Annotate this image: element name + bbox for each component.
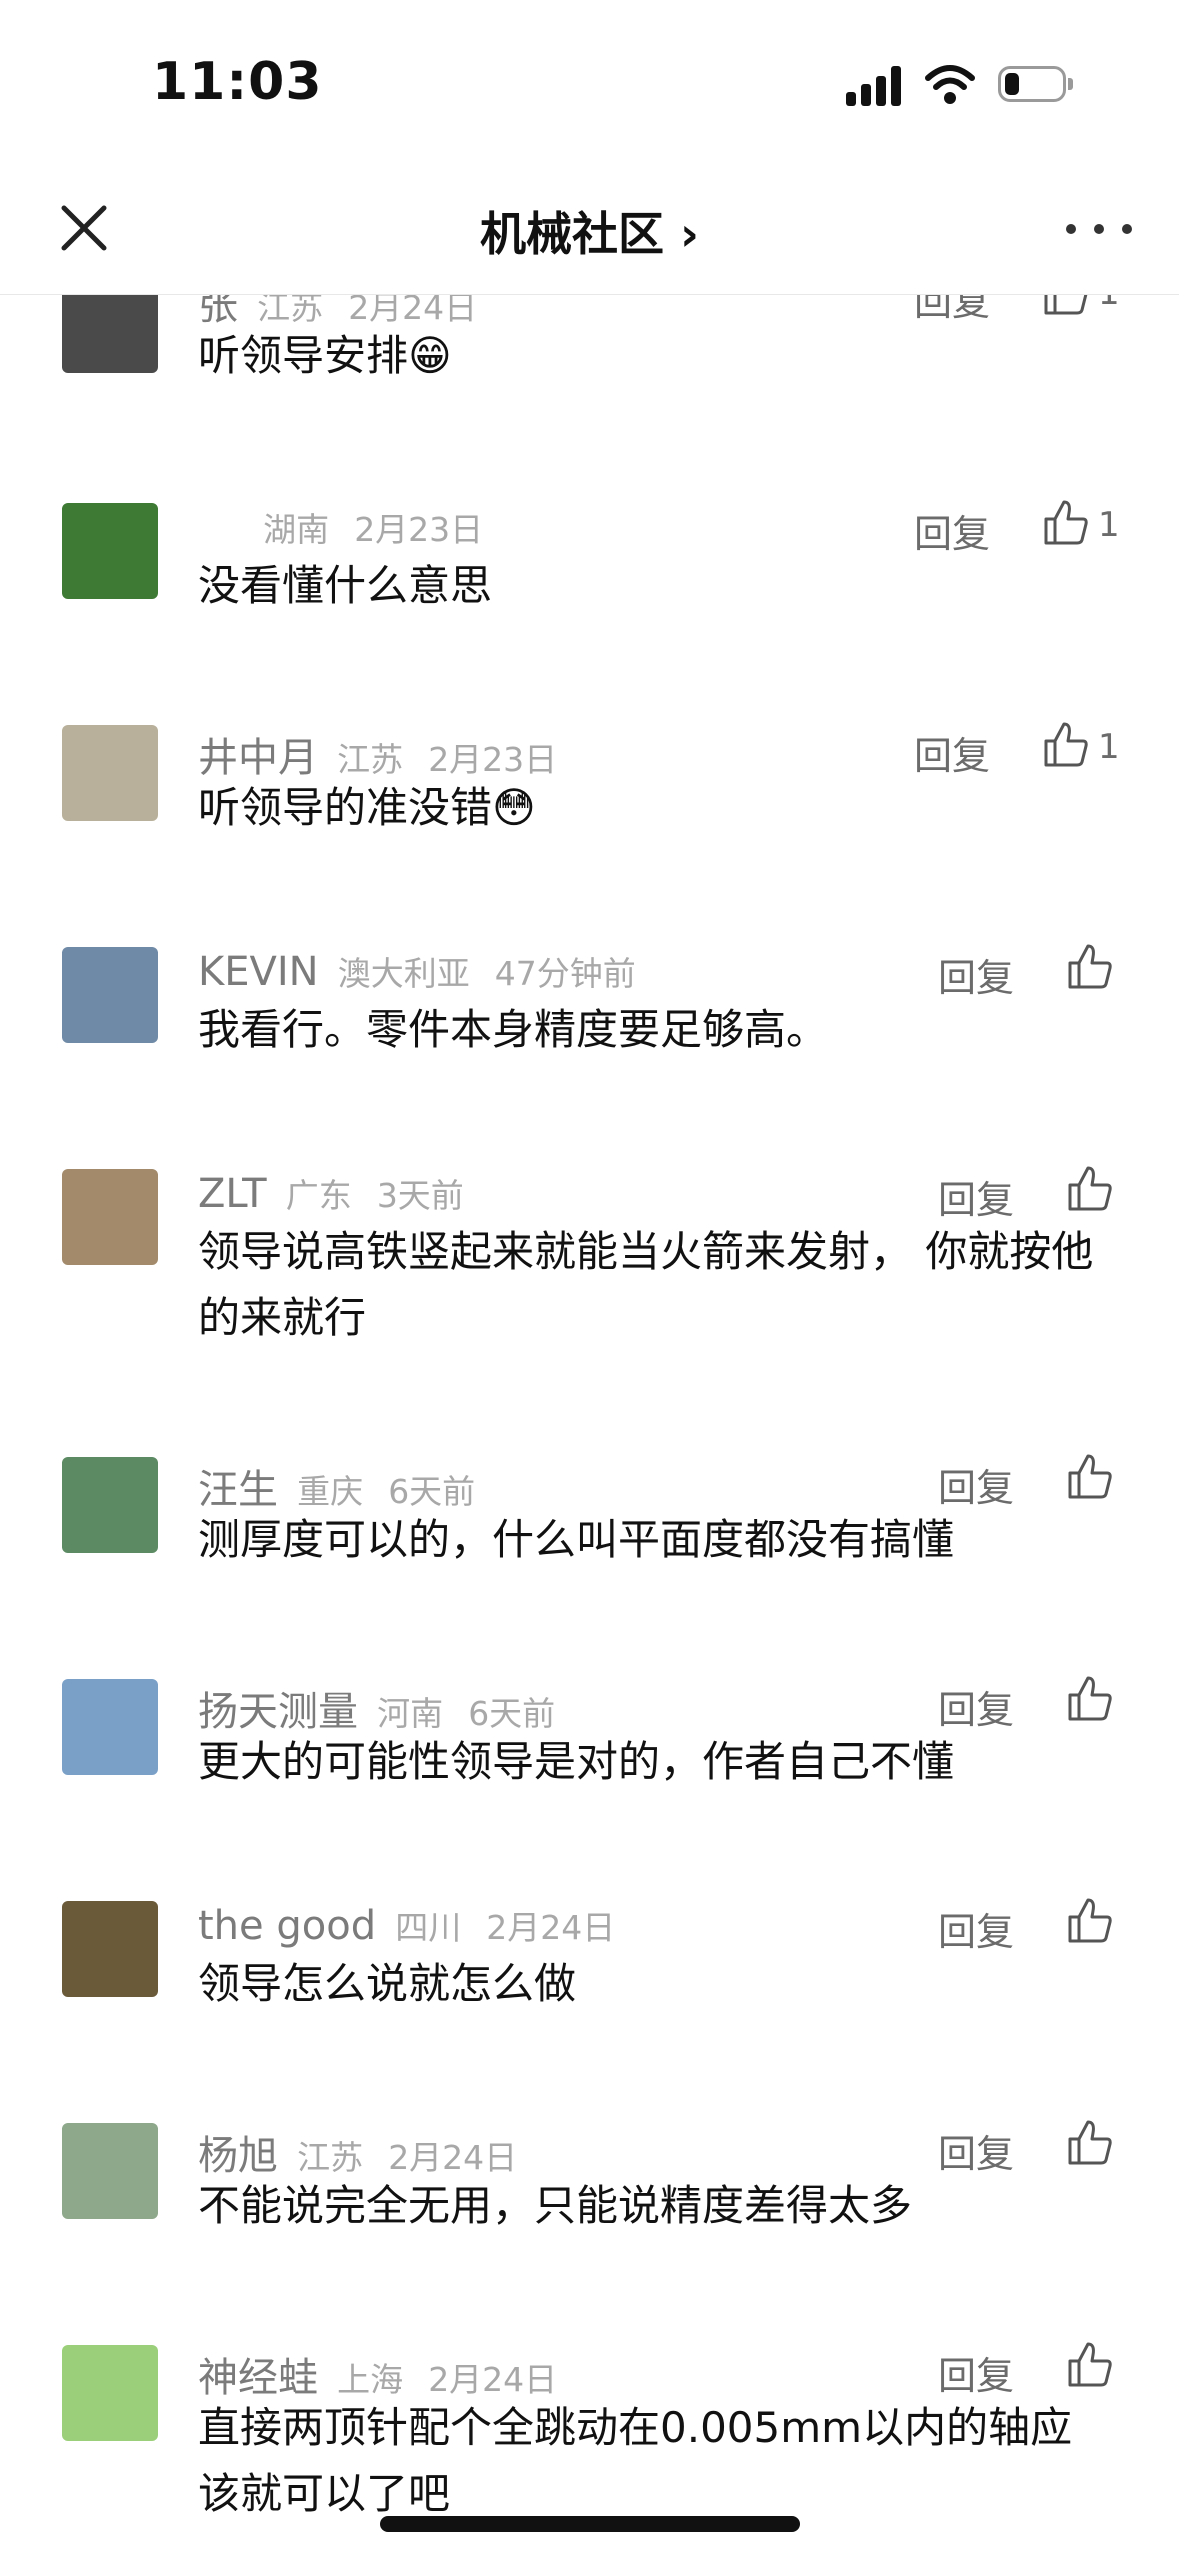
thumbs-up-icon[interactable]	[1064, 1163, 1114, 1213]
avatar[interactable]	[62, 1457, 158, 1553]
location: 江苏	[337, 740, 404, 779]
thumbs-up-icon[interactable]	[1064, 1673, 1114, 1723]
avatar[interactable]	[62, 503, 158, 599]
comment-text: 听领导的准没错😳	[198, 783, 536, 832]
like-count: 1	[1098, 505, 1120, 545]
reply-button[interactable]: 回复	[938, 1679, 1014, 1734]
reply-button[interactable]: 回复	[938, 1457, 1014, 1512]
comment-list: 张 江苏 2月24日 回复 1 听领导安排😁 湖南 2月23日 回复 1 没看懂…	[0, 295, 1179, 2556]
timestamp: 2月24日	[388, 2138, 518, 2177]
reply-button[interactable]: 回复	[938, 2345, 1014, 2400]
thumbs-up-icon[interactable]	[1040, 719, 1090, 769]
timestamp: 2月24日	[428, 2360, 558, 2399]
username[interactable]: KEVIN	[198, 949, 319, 995]
reply-button[interactable]: 回复	[914, 725, 990, 780]
location: 湖南	[263, 510, 330, 549]
avatar[interactable]	[62, 295, 158, 373]
avatar[interactable]	[62, 947, 158, 1043]
avatar[interactable]	[62, 1169, 158, 1265]
home-indicator[interactable]	[380, 2516, 800, 2532]
page-title[interactable]: 机械社区 ›	[0, 198, 1179, 264]
thumbs-up-icon[interactable]	[1040, 295, 1090, 317]
avatar[interactable]	[62, 1679, 158, 1775]
username[interactable]: ZLT	[198, 1171, 267, 1217]
comment-text: 领导怎么说就怎么做	[198, 1959, 577, 2008]
thumbs-up-icon[interactable]	[1040, 497, 1090, 547]
like-count: 1	[1098, 727, 1120, 767]
location: 广东	[285, 1176, 352, 1215]
status-time: 11:03	[152, 52, 323, 112]
avatar[interactable]	[62, 2123, 158, 2219]
comment-text: 更大的可能性领导是对的，作者自己不懂	[198, 1737, 955, 1786]
timestamp: 2月24日	[486, 1908, 616, 1947]
comment-text: 领导说高铁竖起来就能当火箭来发射， 你就按他的来就行	[198, 1227, 1094, 1342]
reply-button[interactable]: 回复	[938, 1901, 1014, 1956]
comment-text: 我看行。零件本身精度要足够高。	[198, 1005, 829, 1054]
username[interactable]: the good	[198, 1903, 376, 1949]
thumbs-up-icon[interactable]	[1064, 941, 1114, 991]
battery-icon	[998, 66, 1076, 104]
avatar[interactable]	[62, 725, 158, 821]
comment-text: 直接两顶针配个全跳动在0.005mm以内的轴应该就可以了吧	[198, 2403, 1073, 2518]
timestamp: 6天前	[468, 1694, 556, 1733]
comment-text: 听领导安排😁	[198, 331, 452, 380]
nav-bar: 机械社区 ›	[0, 170, 1179, 295]
thumbs-up-icon[interactable]	[1064, 1451, 1114, 1501]
reply-button[interactable]: 回复	[938, 947, 1014, 1002]
timestamp: 2月23日	[354, 510, 484, 549]
reply-button[interactable]: 回复	[914, 503, 990, 558]
thumbs-up-icon[interactable]	[1064, 2339, 1114, 2389]
reply-button[interactable]: 回复	[938, 2123, 1014, 2178]
thumbs-up-icon[interactable]	[1064, 1895, 1114, 1945]
avatar[interactable]	[62, 2345, 158, 2441]
thumbs-up-icon[interactable]	[1064, 2117, 1114, 2167]
more-options-icon[interactable]	[1062, 210, 1138, 246]
location: 重庆	[297, 1472, 364, 1511]
comment-text: 测厚度可以的，什么叫平面度都没有搞懂	[198, 1515, 955, 1564]
reply-button[interactable]: 回复	[914, 295, 990, 326]
timestamp: 2月23日	[428, 740, 558, 779]
comment-text: 没看懂什么意思	[198, 561, 493, 610]
reply-button[interactable]: 回复	[938, 1169, 1014, 1224]
location: 四川	[395, 1908, 462, 1947]
avatar[interactable]	[62, 1901, 158, 1997]
comment-text: 不能说完全无用，只能说精度差得太多	[198, 2181, 913, 2230]
status-bar: 11:03	[0, 0, 1179, 170]
wifi-icon	[925, 65, 975, 104]
location: 上海	[337, 2360, 404, 2399]
timestamp: 3天前	[376, 1176, 464, 1215]
location: 江苏	[297, 2138, 364, 2177]
timestamp: 6天前	[388, 1472, 476, 1511]
location: 河南	[377, 1694, 444, 1733]
location: 澳大利亚	[337, 954, 470, 993]
signal-icon	[846, 66, 908, 106]
like-count: 1	[1098, 295, 1120, 313]
timestamp: 47分钟前	[494, 954, 636, 993]
